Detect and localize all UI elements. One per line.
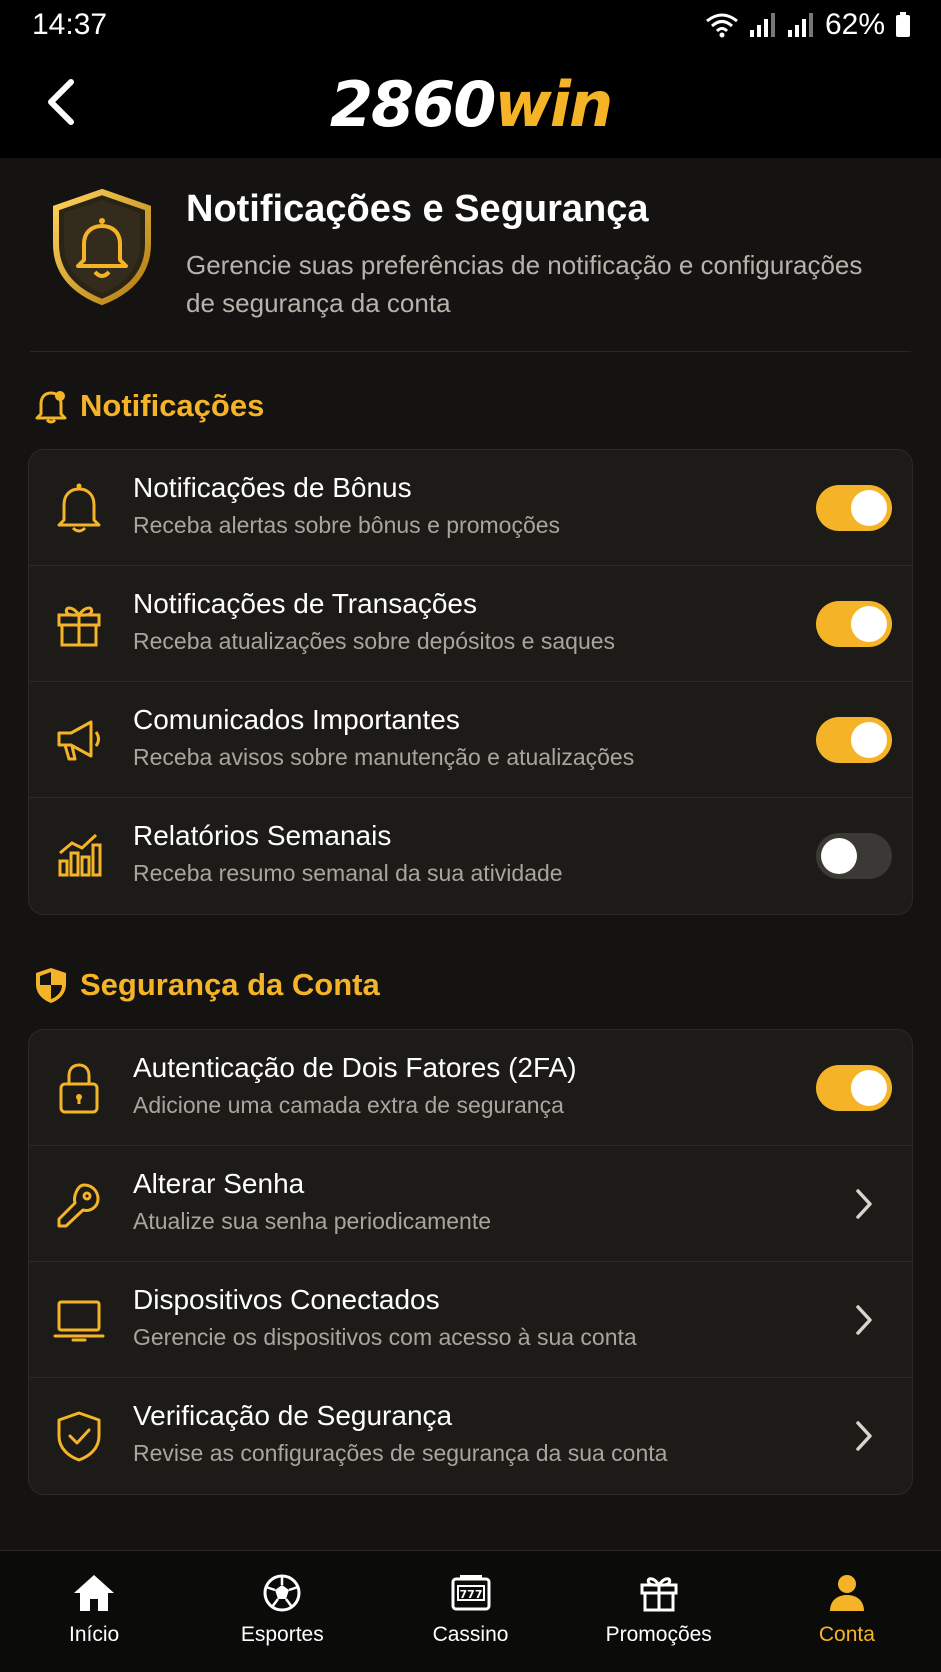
row-subtitle: Atualize sua senha periodicamente — [133, 1208, 492, 1234]
row-title: Verificação de Segurança — [133, 1400, 453, 1431]
security-card: Autenticação de Dois Fatores (2FA) Adici… — [28, 1029, 913, 1495]
toggle-knob — [851, 606, 887, 642]
soccer-ball-icon — [263, 1574, 301, 1612]
divider — [30, 351, 911, 352]
battery-icon — [896, 12, 910, 37]
row-subtitle: Gerencie os dispositivos com acesso à su… — [133, 1324, 637, 1350]
section-title-text: Segurança da Conta — [80, 967, 380, 1002]
toggle-weekly-reports[interactable] — [816, 833, 892, 879]
home-icon — [74, 1575, 115, 1611]
app-header: 2860win — [0, 50, 941, 158]
section-title-text: Notificações — [80, 388, 265, 423]
nav-item-sports[interactable]: Esportes — [188, 1551, 376, 1672]
page-title: Notificações e Segurança — [186, 188, 649, 230]
chevron-right-icon — [844, 1300, 884, 1340]
nav-item-home[interactable]: Início — [0, 1551, 188, 1672]
row-title: Notificações de Bônus — [133, 472, 412, 503]
toggle-announcements[interactable] — [816, 717, 892, 763]
slot-machine-icon: 777 — [451, 1575, 490, 1611]
security-row-change-password[interactable]: Alterar Senha Atualize sua senha periodi… — [29, 1146, 912, 1262]
bell-icon — [35, 391, 67, 424]
row-subtitle: Receba resumo semanal da sua atividade — [133, 860, 563, 886]
chevron-right-icon — [844, 1184, 884, 1224]
key-icon — [57, 1183, 100, 1228]
status-indicators: 62% — [705, 8, 911, 42]
row-title: Autenticação de Dois Fatores (2FA) — [133, 1052, 577, 1083]
security-row-2fa[interactable]: Autenticação de Dois Fatores (2FA) Adici… — [29, 1030, 912, 1146]
row-title: Comunicados Importantes — [133, 704, 460, 735]
page-subtitle: Gerencie suas preferências de notificaçã… — [186, 250, 863, 318]
svg-text:777: 777 — [459, 1588, 482, 1601]
row-subtitle: Receba avisos sobre manutenção e atualiz… — [133, 744, 635, 770]
shield-check-icon — [57, 1411, 101, 1462]
nav-label: Esportes — [240, 1623, 324, 1646]
notification-row-announcements[interactable]: Comunicados Importantes Receba avisos so… — [29, 682, 912, 798]
toggle-knob — [851, 722, 887, 758]
bar-chart-icon — [58, 833, 102, 877]
security-row-security-check[interactable]: Verificação de Segurança Revise as confi… — [29, 1378, 912, 1494]
notification-row-transactions[interactable]: Notificações de Transações Receba atuali… — [29, 566, 912, 682]
toggle-transaction-notifications[interactable] — [816, 601, 892, 647]
section-title-security: Segurança da Conta — [34, 966, 380, 1004]
shield-icon — [36, 968, 66, 1003]
nav-label: Promoções — [605, 1623, 712, 1646]
row-subtitle: Receba atualizações sobre depósitos e sa… — [133, 628, 616, 654]
bottom-navigation: Início Esportes 777 Cassino Promoções Co… — [0, 1550, 941, 1672]
bell-icon — [57, 483, 101, 533]
status-bar: 14:37 62% — [0, 0, 941, 50]
signal-icon — [787, 13, 813, 37]
section-title-notifications: Notificações — [34, 388, 264, 424]
nav-label: Cassino — [432, 1623, 509, 1646]
shield-bell-icon — [53, 188, 151, 306]
chevron-left-icon — [48, 79, 74, 125]
row-subtitle: Receba alertas sobre bônus e promoções — [133, 512, 561, 538]
lock-icon — [59, 1063, 99, 1114]
toggle-2fa[interactable] — [816, 1065, 892, 1111]
wifi-icon — [706, 13, 738, 38]
toggle-knob — [851, 1070, 887, 1106]
toggle-knob — [821, 838, 857, 874]
gift-icon — [57, 606, 101, 647]
nav-item-promotions[interactable]: Promoções — [565, 1551, 753, 1672]
notification-row-bonus[interactable]: Notificações de Bônus Receba alertas sob… — [29, 450, 912, 566]
row-subtitle: Adicione uma camada extra de segurança — [133, 1092, 564, 1118]
security-row-connected-devices[interactable]: Dispositivos Conectados Gerencie os disp… — [29, 1262, 912, 1378]
laptop-icon — [53, 1300, 105, 1342]
notification-row-weekly-reports[interactable]: Relatórios Semanais Receba resumo semana… — [29, 798, 912, 914]
battery-level: 62% — [824, 8, 885, 41]
nav-label: Conta — [818, 1623, 875, 1646]
brand-logo: 2860win — [329, 67, 613, 141]
row-title: Alterar Senha — [133, 1168, 305, 1199]
page-heading: Notificações e Segurança Gerencie suas p… — [0, 158, 941, 353]
row-subtitle: Revise as configurações de segurança da … — [133, 1440, 668, 1466]
gift-icon — [640, 1577, 678, 1612]
row-title: Relatórios Semanais — [133, 820, 392, 851]
row-title: Dispositivos Conectados — [133, 1284, 440, 1315]
toggle-knob — [851, 490, 887, 526]
row-title: Notificações de Transações — [133, 588, 477, 619]
status-time: 14:37 — [32, 8, 108, 41]
signal-icon — [749, 13, 775, 37]
megaphone-icon — [57, 720, 100, 761]
toggle-bonus-notifications[interactable] — [816, 485, 892, 531]
logo-word: win — [494, 67, 613, 141]
back-button[interactable] — [30, 72, 90, 132]
chevron-right-icon — [844, 1416, 884, 1456]
nav-item-casino[interactable]: 777 Cassino — [376, 1551, 564, 1672]
logo-number: 2860 — [329, 67, 497, 141]
user-icon — [829, 1575, 864, 1611]
nav-label: Início — [69, 1623, 120, 1646]
notifications-card: Notificações de Bônus Receba alertas sob… — [28, 449, 913, 915]
nav-item-account[interactable]: Conta — [753, 1551, 941, 1672]
